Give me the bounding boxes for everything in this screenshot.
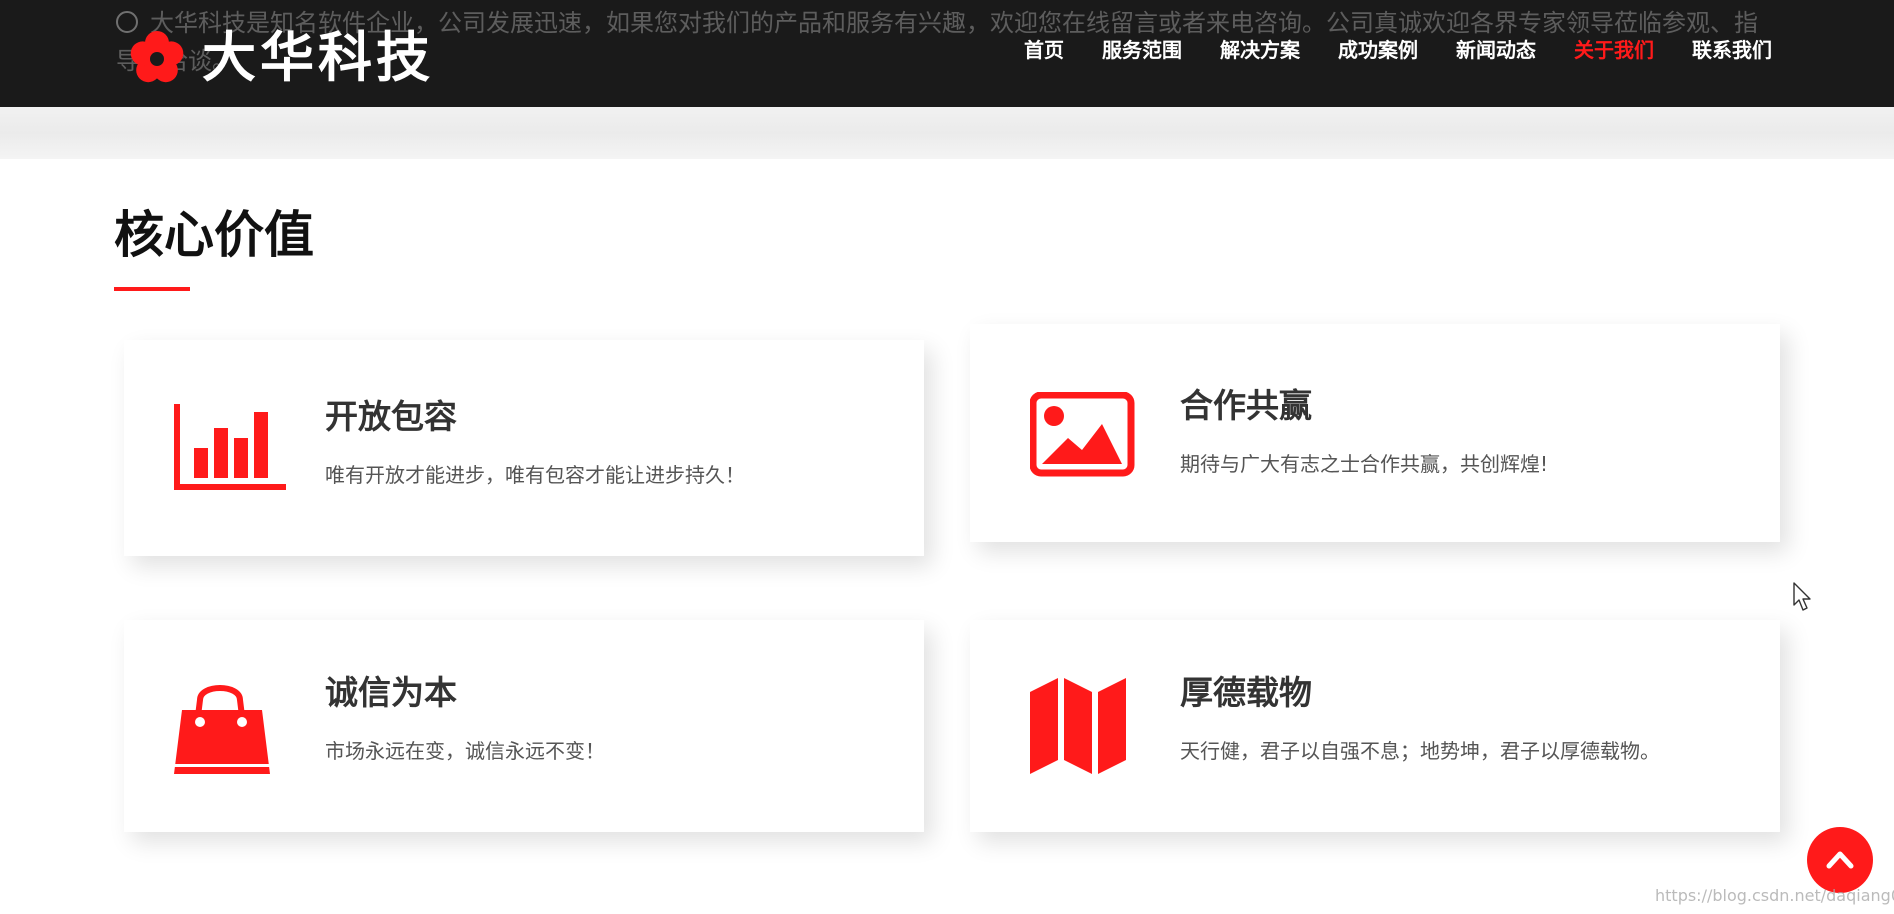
nav-item-news[interactable]: 新闻动态 <box>1456 34 1536 66</box>
value-card-cooperation: 合作共赢 期待与广大有志之士合作共赢，共创辉煌! <box>970 324 1780 542</box>
title-underline <box>114 287 190 291</box>
shopping-bag-icon <box>174 685 270 774</box>
mouse-cursor-icon <box>1793 582 1811 611</box>
card-title: 开放包容 <box>325 397 457 436</box>
bar-chart-icon <box>174 404 286 490</box>
value-card-open: 开放包容 唯有开放才能进步，唯有包容才能让进步持久！ <box>124 340 924 556</box>
section-title: 核心价值 <box>114 206 314 264</box>
card-description: 期待与广大有志之士合作共赢，共创辉煌! <box>1180 452 1549 476</box>
page: 大华科技是知名软件企业，公司发展迅速，如果您对我们的产品和服务有兴趣，欢迎您在线… <box>0 0 1894 914</box>
plum-blossom-logo-icon <box>130 31 184 83</box>
card-title: 厚德载物 <box>1180 673 1312 712</box>
card-description: 市场永远在变，诚信永远不变！ <box>325 739 605 763</box>
header: 大华科技是知名软件企业，公司发展迅速，如果您对我们的产品和服务有兴趣，欢迎您在线… <box>0 0 1894 107</box>
card-description: 天行健，君子以自强不息；地势坤，君子以厚德载物。 <box>1180 739 1660 763</box>
nav-item-about[interactable]: 关于我们 <box>1574 34 1654 66</box>
card-description: 唯有开放才能进步，唯有包容才能让进步持久！ <box>325 463 745 487</box>
map-icon <box>1030 678 1126 774</box>
nav-item-cases[interactable]: 成功案例 <box>1338 34 1418 66</box>
card-title: 合作共赢 <box>1180 386 1312 425</box>
image-icon <box>1030 392 1135 477</box>
chevron-up-icon <box>1826 851 1854 869</box>
watermark: https://blog.csdn.net/daqiang012 <box>1655 886 1894 905</box>
logo-text: 大华科技 <box>202 26 434 89</box>
banner-image-strip <box>0 107 1894 159</box>
nav-item-home[interactable]: 首页 <box>1024 34 1064 66</box>
main-nav: 首页 服务范围 解决方案 成功案例 新闻动态 关于我们 联系我们 <box>986 34 1772 66</box>
card-title: 诚信为本 <box>325 673 457 712</box>
logo[interactable]: 大华科技 <box>130 28 434 88</box>
nav-item-services[interactable]: 服务范围 <box>1102 34 1182 66</box>
value-card-virtue: 厚德载物 天行健，君子以自强不息；地势坤，君子以厚德载物。 <box>970 620 1780 832</box>
value-card-integrity: 诚信为本 市场永远在变，诚信永远不变！ <box>124 620 924 832</box>
nav-item-solutions[interactable]: 解决方案 <box>1220 34 1300 66</box>
nav-item-contact[interactable]: 联系我们 <box>1692 34 1772 66</box>
